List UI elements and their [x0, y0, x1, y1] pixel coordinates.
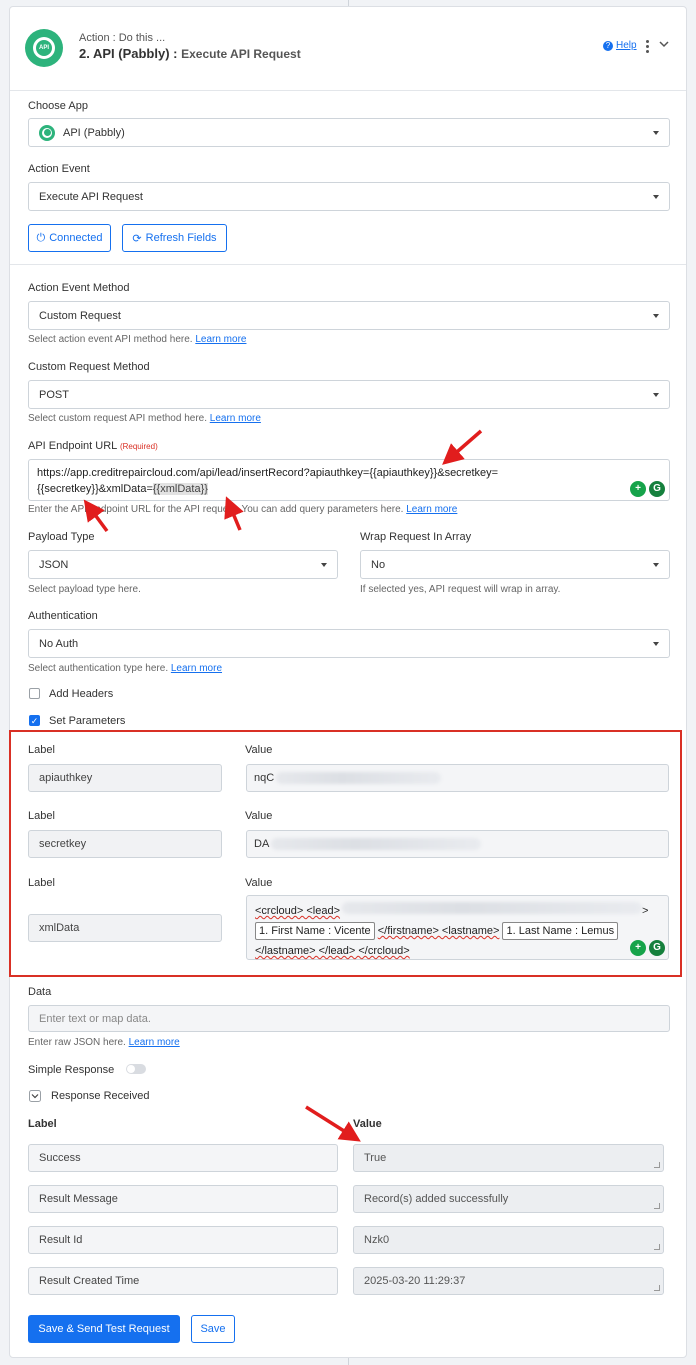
- arrow-success-value: [305, 1105, 361, 1142]
- arrow-secretkey: [83, 499, 109, 533]
- annotation-arrows: [83, 429, 483, 1142]
- arrow-xmldata: [224, 496, 244, 531]
- arrow-apiauthkey: [442, 429, 483, 465]
